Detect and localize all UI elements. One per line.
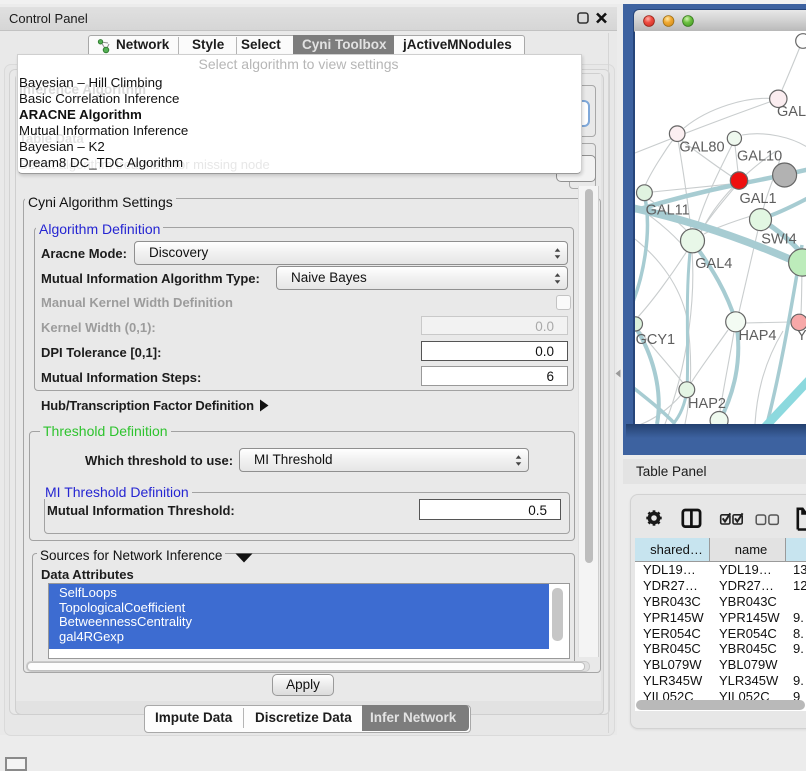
svg-text:GAL10: GAL10	[737, 148, 782, 164]
svg-text:GAL7: GAL7	[777, 104, 806, 120]
svg-text:GAL1: GAL1	[739, 191, 776, 207]
svg-text:GAL80: GAL80	[679, 140, 724, 156]
svg-text:HAP4: HAP4	[739, 328, 777, 344]
svg-text:SWI4: SWI4	[761, 232, 796, 248]
svg-text:GAL4: GAL4	[695, 256, 732, 272]
svg-text:GCY1: GCY1	[636, 332, 676, 348]
svg-text:GAL11: GAL11	[646, 203, 690, 219]
svg-text:HAP2: HAP2	[688, 396, 726, 412]
svg-text:YJ: YJ	[797, 328, 806, 344]
